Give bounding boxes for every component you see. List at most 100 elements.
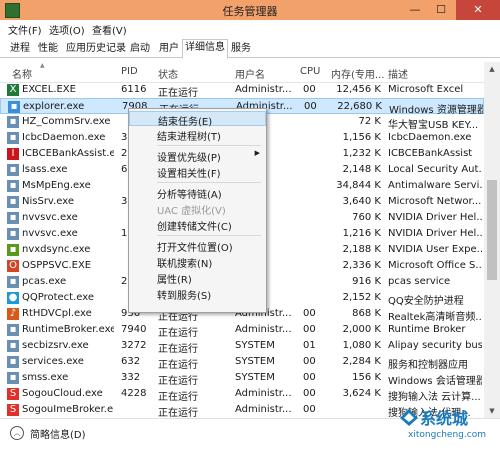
title-bar: 任务管理器 — ☐ ✕ [0, 0, 500, 20]
context-menu-item[interactable]: 设置相关性(F) [129, 164, 266, 180]
excel-icon: X [7, 84, 19, 96]
speaker-icon: ♪ [7, 308, 19, 320]
table-row[interactable]: ▪ secbizsrv.exe 3272 正在运行 SYSTEM 01 1,080 K Ali… [0, 338, 484, 355]
process-memory: 2,148 K [342, 164, 381, 175]
context-menu-label: 结束任务(E) [158, 117, 213, 128]
app-icon: ▪ [7, 116, 19, 128]
process-status: 正在运行 [158, 88, 198, 99]
process-name: OSPPSVC.EXE [22, 260, 92, 271]
context-menu-item[interactable]: 创建转储文件(C) [129, 217, 266, 233]
watermark-url: xitongcheng.com [408, 430, 486, 440]
tab-processes[interactable]: 进程 [7, 40, 33, 58]
scroll-down-icon[interactable]: ▼ [484, 404, 500, 418]
process-name: QQProtect.exe [22, 292, 95, 303]
process-pid: 632 [121, 356, 141, 367]
context-menu-item[interactable]: 联机搜索(N) [129, 254, 266, 270]
context-menu-item[interactable]: 打开文件位置(O) [129, 238, 266, 254]
col-cpu[interactable]: CPU [300, 66, 320, 77]
tab-app-history[interactable]: 应用历史记录 [63, 40, 129, 58]
fewer-details-link[interactable]: 简略信息(D) [30, 426, 86, 441]
tab-performance[interactable]: 性能 [35, 40, 61, 58]
context-menu-label: 设置优先级(P) [157, 153, 221, 164]
process-description: Microsoft Excel [388, 84, 464, 95]
tab-users[interactable]: 用户 [156, 40, 182, 58]
process-name: pcas.exe [22, 276, 67, 287]
col-memory[interactable]: 内存(专用... [331, 66, 384, 81]
process-memory: 22,680 K [337, 101, 382, 112]
process-memory: 868 K [352, 308, 381, 319]
vertical-scrollbar[interactable]: ▲ ▼ [484, 62, 500, 418]
app-icon: ▪ [7, 180, 19, 192]
context-menu-item[interactable]: 结束进程树(T) [129, 127, 266, 143]
process-description: Local Security Aut... [388, 164, 482, 175]
tab-startup[interactable]: 启动 [127, 40, 153, 58]
process-user: Administr... [235, 324, 292, 335]
app-icon: ▪ [7, 132, 19, 144]
context-menu-item[interactable]: 转到服务(S) [129, 286, 266, 302]
process-name: nvvsvc.exe [22, 228, 78, 239]
menu-separator [157, 145, 261, 146]
process-description: pcas service [388, 276, 451, 287]
icbc-icon: I [7, 148, 19, 160]
context-menu-label: UAC 虚拟化(V) [157, 206, 226, 217]
process-description: NVIDIA Driver Hel... [388, 228, 482, 239]
process-description: Runtime Broker [388, 324, 466, 335]
process-memory: 2,336 K [342, 260, 381, 271]
menu-separator [157, 182, 261, 183]
app-icon: ▪ [7, 164, 19, 176]
process-name: MsMpEng.exe [22, 180, 91, 191]
app-icon: ▪ [7, 372, 19, 384]
tab-services[interactable]: 服务 [228, 40, 254, 58]
sort-up-icon: ▲ [40, 62, 45, 69]
column-header: ▲ 名称 PID 状态 用户名 CPU 内存(专用... 描述 [0, 62, 500, 83]
process-cpu: 00 [304, 101, 317, 112]
process-description: IcbcDaemon.exe [388, 132, 472, 143]
context-menu-item[interactable]: 属性(R) [129, 270, 266, 286]
process-user: Administr... [235, 388, 292, 399]
col-status[interactable]: 状态 [158, 66, 178, 81]
submenu-arrow-icon: ▶ [254, 149, 260, 157]
table-row[interactable]: X EXCEL.EXE 6116 正在运行 Administr... 00 12,456 K… [0, 82, 484, 99]
table-row[interactable]: ▪ smss.exe 332 正在运行 SYSTEM 00 156 K Windows 会话管… [0, 370, 484, 387]
context-menu-item[interactable]: 结束任务(E) [129, 111, 266, 128]
process-memory: 1,216 K [342, 228, 381, 239]
context-menu-item[interactable]: 分析等待链(A) [129, 185, 266, 201]
menu-file[interactable]: 文件(F) [8, 22, 42, 37]
process-memory: 1,232 K [342, 148, 381, 159]
table-row[interactable]: ▪ services.exe 632 正在运行 SYSTEM 00 2,284 K 服务和控制… [0, 354, 484, 371]
col-pid[interactable]: PID [121, 66, 138, 77]
process-memory: 72 K [358, 116, 381, 127]
table-row[interactable]: ▪ RuntimeBroker.exe 7940 正在运行 Administr... 00… [0, 322, 484, 339]
menu-view[interactable]: 查看(V) [92, 22, 127, 37]
maximize-button[interactable]: ☐ [428, 0, 454, 20]
chevron-up-icon[interactable]: ︿ [10, 426, 24, 440]
scroll-thumb[interactable] [487, 180, 497, 280]
process-name: NisSrv.exe [22, 196, 74, 207]
context-menu-label: 创建转储文件(C) [157, 222, 232, 233]
process-name: EXCEL.EXE [22, 84, 76, 95]
process-memory: 34,844 K [336, 180, 381, 191]
col-username[interactable]: 用户名 [235, 66, 265, 81]
tab-details[interactable]: 详细信息 [182, 39, 228, 59]
process-description: Microsoft Office S... [388, 260, 482, 271]
process-memory: 3,624 K [342, 388, 381, 399]
watermark-logo-icon [400, 409, 418, 426]
context-menu-label: 分析等待链(A) [157, 190, 222, 201]
process-memory: 12,456 K [336, 84, 381, 95]
process-description: 华大智宝USB KEY... [388, 120, 479, 131]
menu-options[interactable]: 选项(O) [49, 22, 85, 37]
scroll-up-icon[interactable]: ▲ [484, 62, 500, 76]
sogou-icon: S [7, 388, 19, 400]
process-memory: 3,640 K [342, 196, 381, 207]
context-menu-label: 结束进程树(T) [157, 132, 221, 143]
minimize-button[interactable]: — [402, 0, 428, 20]
process-name: smss.exe [22, 372, 69, 383]
table-row[interactable]: S SogouCloud.exe 4228 正在运行 Administr... 00 3,6… [0, 386, 484, 403]
close-button[interactable]: ✕ [456, 0, 500, 20]
col-description[interactable]: 描述 [388, 66, 408, 81]
process-name: nvxdsync.exe [22, 244, 91, 255]
nvidia-icon: ▪ [7, 244, 19, 256]
context-menu-item[interactable]: 设置优先级(P) ▶ [129, 148, 266, 164]
process-name: explorer.exe [23, 101, 85, 112]
qq-icon: ● [7, 292, 19, 304]
